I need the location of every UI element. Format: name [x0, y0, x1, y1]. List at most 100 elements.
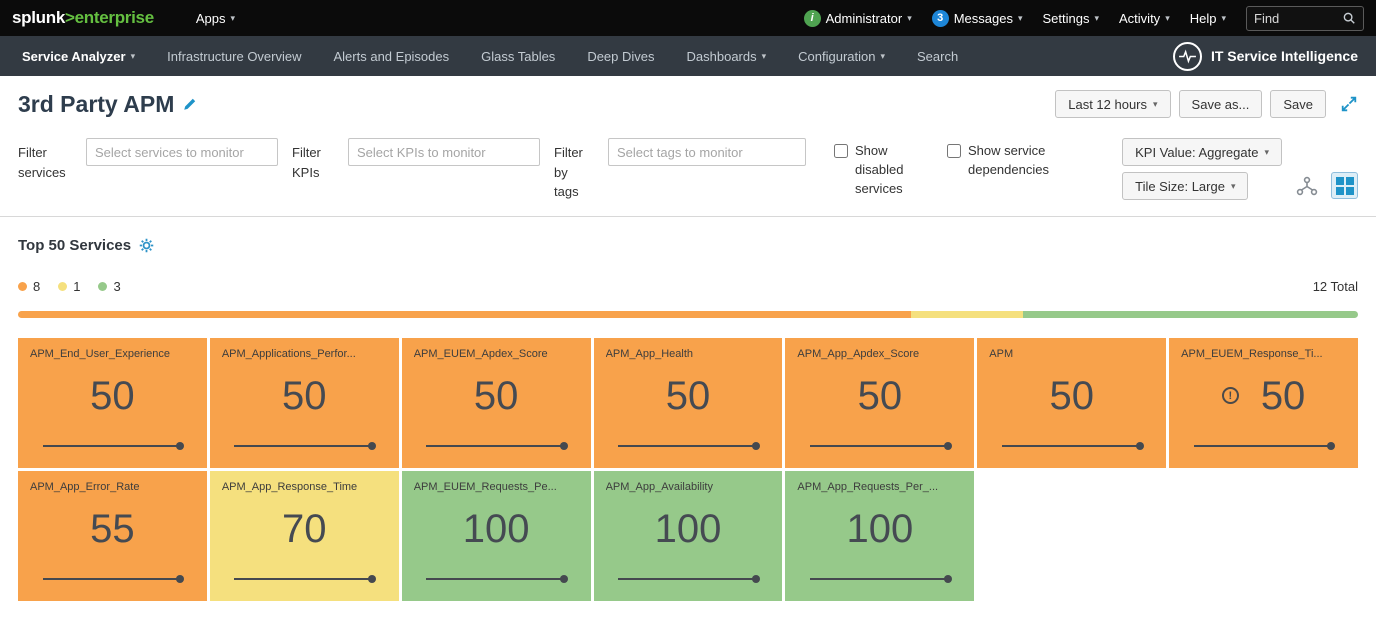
service-name: APM_App_Apdex_Score — [797, 348, 962, 360]
service-tile-apm-euem-requests-pe[interactable]: APM_EUEM_Requests_Pe...100 — [402, 471, 591, 601]
messages-menu[interactable]: 3 Messages ▾ — [932, 10, 1023, 27]
chevron-down-icon: ▾ — [1264, 147, 1269, 158]
chevron-down-icon: ▾ — [762, 51, 767, 62]
filter-services-label: Filter services — [18, 143, 72, 182]
kpi-value: 70 — [282, 509, 327, 549]
filter-services-input[interactable] — [86, 138, 278, 166]
sparkline — [810, 445, 950, 447]
show-dependencies-group: Show service dependencies — [947, 142, 1068, 180]
service-name: APM_App_Requests_Per_... — [797, 481, 962, 493]
topology-view-icon[interactable] — [1296, 176, 1318, 196]
help-menu[interactable]: Help ▾ — [1190, 11, 1226, 26]
sparkline — [43, 445, 183, 447]
service-name: APM_End_User_Experience — [30, 348, 195, 360]
nav-item-dashboards[interactable]: Dashboards▾ — [671, 36, 783, 76]
service-tile-apm-app-response-time[interactable]: APM_App_Response_Time 70 — [210, 471, 399, 601]
kpi-value: 50 — [90, 376, 135, 416]
chevron-down-icon: ▾ — [1165, 13, 1170, 24]
service-tile-apm-euem-apdex-score[interactable]: APM_EUEM_Apdex_Score50 — [402, 338, 591, 468]
find-search-box[interactable] — [1246, 6, 1364, 31]
nav-item-label: Deep Dives — [587, 49, 654, 64]
total-count: 12 Total — [1313, 279, 1358, 294]
chevron-down-icon: ▾ — [230, 13, 235, 24]
tile-view-icon[interactable] — [1331, 172, 1358, 199]
edit-title-icon[interactable] — [182, 97, 197, 112]
service-tile-apm-euem-response-ti[interactable]: APM_EUEM_Response_Ti...!50 — [1169, 338, 1358, 468]
kpi-value-row: 100 — [414, 509, 579, 549]
logo-splunk-text: splunk — [12, 8, 65, 27]
administrator-menu[interactable]: i Administrator ▾ — [804, 10, 912, 27]
filter-kpis-label: Filter KPIs — [292, 143, 334, 182]
status-bar-segment-yellow — [911, 311, 1023, 318]
nav-item-label: Configuration — [798, 49, 875, 64]
sparkline-dot — [1136, 442, 1144, 450]
section-header: Top 50 Services — [0, 217, 1376, 254]
splunk-logo[interactable]: splunk>enterprise — [12, 8, 154, 28]
settings-menu[interactable]: Settings ▾ — [1043, 11, 1100, 26]
section-title: Top 50 Services — [18, 237, 131, 254]
chevron-down-icon: ▾ — [1094, 13, 1099, 24]
filter-tags-input[interactable] — [608, 138, 806, 166]
activity-menu-label: Activity — [1119, 11, 1160, 26]
tile-size-dropdown[interactable]: Tile Size: Large ▾ — [1122, 172, 1248, 200]
apps-menu[interactable]: Apps ▾ — [196, 11, 235, 26]
show-disabled-checkbox[interactable] — [834, 144, 848, 158]
service-tile-apm-app-error-rate[interactable]: APM_App_Error_Rate 55 — [18, 471, 207, 601]
nav-item-alerts-and-episodes[interactable]: Alerts and Episodes — [318, 36, 466, 76]
nav-item-glass-tables[interactable]: Glass Tables — [465, 36, 571, 76]
show-dependencies-checkbox[interactable] — [947, 144, 961, 158]
legend-count: 8 — [33, 279, 40, 294]
filter-bar: Filter services Filter KPIs Filter by ta… — [0, 130, 1376, 217]
page-header: 3rd Party APM Last 12 hours ▾ Save as...… — [0, 76, 1376, 130]
service-name: APM — [989, 348, 1154, 360]
time-range-button[interactable]: Last 12 hours ▾ — [1055, 90, 1170, 118]
service-tile-apm-app-health[interactable]: APM_App_Health50 — [594, 338, 783, 468]
kpi-value-row: 55 — [30, 509, 195, 549]
chevron-down-icon: ▾ — [1231, 181, 1236, 192]
itsi-logo-icon — [1173, 42, 1202, 71]
service-tile-apm[interactable]: APM 50 — [977, 338, 1166, 468]
tile-size-label: Tile Size: Large — [1135, 179, 1225, 194]
save-as-button[interactable]: Save as... — [1179, 90, 1263, 118]
show-dependencies-label: Show service dependencies — [968, 142, 1068, 180]
service-tile-apm-applications-perfor[interactable]: APM_Applications_Perfor...50 — [210, 338, 399, 468]
status-legend: 813 12 Total — [18, 279, 1358, 294]
sparkline-dot — [944, 575, 952, 583]
kpi-value: 50 — [1049, 376, 1094, 416]
service-name: APM_App_Error_Rate — [30, 481, 195, 493]
kpi-value-dropdown[interactable]: KPI Value: Aggregate ▾ — [1122, 138, 1282, 166]
nav-item-search[interactable]: Search — [901, 36, 974, 76]
legend-item-orange: 8 — [18, 279, 40, 294]
sparkline — [1194, 445, 1334, 447]
nav-item-label: Service Analyzer — [22, 49, 126, 64]
kpi-value-row: 50 — [606, 376, 771, 416]
sparkline-dot — [560, 575, 568, 583]
service-tile-apm-app-requests-per[interactable]: APM_App_Requests_Per_... 100 — [785, 471, 974, 601]
save-button[interactable]: Save — [1270, 90, 1326, 118]
search-icon — [1342, 11, 1356, 25]
sparkline — [1002, 445, 1142, 447]
find-input[interactable] — [1254, 11, 1342, 26]
filter-kpis-input[interactable] — [348, 138, 540, 166]
header-actions: Last 12 hours ▾ Save as... Save — [1055, 90, 1358, 118]
kpi-value-row: 100 — [797, 509, 962, 549]
legend-count: 1 — [73, 279, 80, 294]
nav-item-configuration[interactable]: Configuration▾ — [782, 36, 901, 76]
nav-item-deep-dives[interactable]: Deep Dives — [571, 36, 670, 76]
fullscreen-expand-icon[interactable] — [1340, 95, 1358, 113]
nav-item-infrastructure-overview[interactable]: Infrastructure Overview — [151, 36, 317, 76]
sparkline — [234, 445, 374, 447]
service-tile-apm-end-user-experience[interactable]: APM_End_User_Experience 50 — [18, 338, 207, 468]
kpi-value: 100 — [463, 509, 530, 549]
kpi-value-row: !50 — [1181, 376, 1346, 416]
service-name: APM_App_Response_Time — [222, 481, 387, 493]
sparkline-dot — [944, 442, 952, 450]
logo-gt-text: > — [65, 8, 75, 27]
sparkline — [426, 445, 566, 447]
sparkline — [810, 578, 950, 580]
service-tile-apm-app-apdex-score[interactable]: APM_App_Apdex_Score50 — [785, 338, 974, 468]
activity-menu[interactable]: Activity ▾ — [1119, 11, 1170, 26]
nav-item-service-analyzer[interactable]: Service Analyzer▾ — [6, 36, 151, 76]
service-tile-apm-app-availability[interactable]: APM_App_Availability100 — [594, 471, 783, 601]
section-settings-gear-icon[interactable] — [139, 238, 154, 253]
